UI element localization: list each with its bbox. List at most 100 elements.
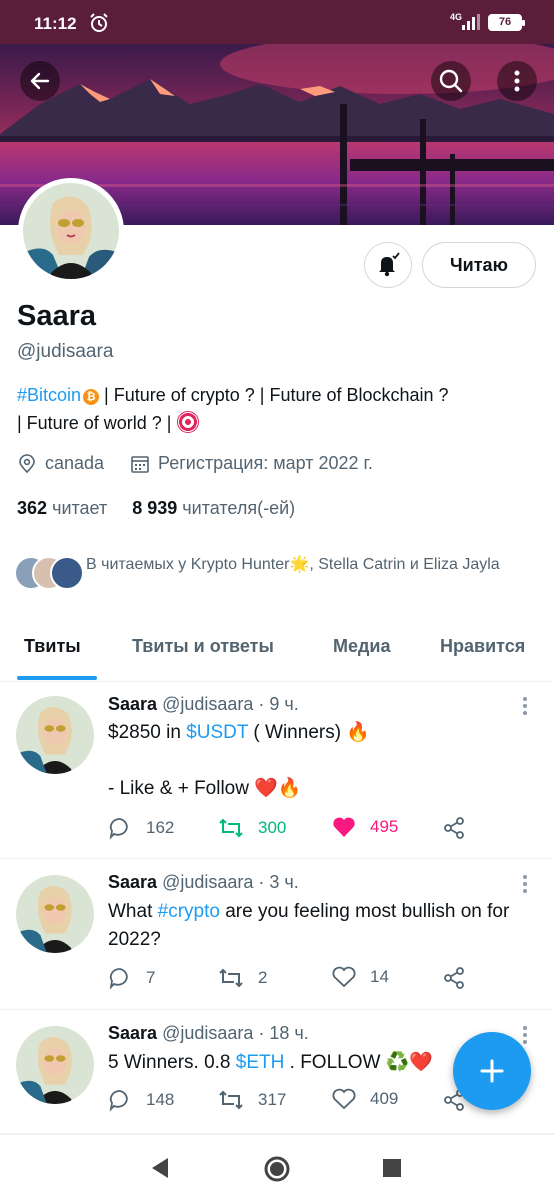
tweet-header: Saara @judisaara · 18 ч. bbox=[108, 1023, 309, 1044]
avatar[interactable] bbox=[16, 875, 94, 953]
retweet-icon bbox=[219, 1090, 243, 1110]
notifications-button[interactable] bbox=[364, 242, 412, 288]
tweet[interactable]: Saara @judisaara · 3 ч. What #crypto are… bbox=[0, 859, 554, 1010]
profile-avatar[interactable] bbox=[18, 178, 124, 284]
more-vertical-icon[interactable] bbox=[518, 696, 532, 716]
bio-line1: | Future of crypto ? | Future of Blockch… bbox=[99, 385, 449, 405]
followers-label: читателя(-ей) bbox=[182, 498, 296, 518]
active-tab-indicator bbox=[17, 676, 97, 680]
retweet-count: 300 bbox=[258, 818, 287, 837]
cashtag-link[interactable]: $USDT bbox=[186, 722, 248, 743]
tweet-meta: @judisaara · 3 ч. bbox=[162, 872, 299, 892]
reply-count: 162 bbox=[146, 818, 175, 837]
tweet[interactable]: Saara @judisaara · 9 ч. $2850 in $USDT (… bbox=[0, 682, 554, 859]
system-nav-bar bbox=[0, 1134, 554, 1200]
reply-icon bbox=[109, 1090, 128, 1112]
reply-button[interactable]: 148 bbox=[108, 1088, 174, 1112]
followed-by-text: В читаемых у Krypto Hunter🌟, Stella Catr… bbox=[86, 556, 500, 573]
bio-hashtag-link[interactable]: #Bitcoin bbox=[17, 385, 81, 405]
reply-icon bbox=[109, 818, 128, 840]
nav-recents-icon[interactable] bbox=[383, 1159, 401, 1177]
following-stat[interactable]: 362 читает bbox=[17, 498, 107, 518]
hashtag-link[interactable]: #crypto bbox=[158, 901, 220, 922]
avatar bbox=[50, 556, 84, 590]
avatar[interactable] bbox=[16, 1026, 94, 1104]
profile-bio: #Bitcoin ₿ | Future of crypto ? | Future … bbox=[17, 381, 542, 437]
like-count: 495 bbox=[370, 817, 399, 836]
search-icon bbox=[439, 69, 463, 93]
reply-button[interactable]: 7 bbox=[108, 966, 155, 990]
tweet-meta: @judisaara · 9 ч. bbox=[162, 694, 299, 714]
followed-by-avatars bbox=[14, 556, 84, 590]
more-vertical-icon[interactable] bbox=[518, 874, 532, 894]
reply-icon bbox=[109, 968, 128, 990]
clock-time: 11:12 bbox=[34, 14, 77, 33]
target-icon bbox=[177, 411, 200, 433]
avatar-image bbox=[16, 1026, 94, 1104]
tab-tweets-replies[interactable]: Твиты и ответы bbox=[132, 636, 274, 657]
heart-filled-icon bbox=[333, 817, 355, 837]
arrow-left-icon bbox=[30, 72, 50, 90]
more-options-button[interactable] bbox=[497, 61, 537, 101]
retweet-button[interactable]: 300 bbox=[218, 816, 286, 840]
join-date: Регистрация: март 2022 г. bbox=[130, 453, 373, 474]
retweet-button[interactable]: 317 bbox=[218, 1088, 286, 1112]
retweet-icon bbox=[219, 968, 243, 988]
followers-stat[interactable]: 8 939 читателя(-ей) bbox=[132, 498, 295, 518]
avatar-image bbox=[16, 696, 94, 774]
location-text: canada bbox=[45, 453, 105, 473]
tab-tweets[interactable]: Твиты bbox=[24, 636, 81, 657]
tweet-text-part: $2850 in bbox=[108, 722, 187, 743]
tweet-text-part: . FOLLOW ♻️❤️ bbox=[284, 1052, 434, 1073]
follow-counts: 362 читает 8 939 читателя(-ей) bbox=[17, 498, 295, 519]
compose-tweet-button[interactable] bbox=[453, 1032, 531, 1110]
tweet-text-part: What bbox=[108, 901, 158, 922]
bell-check-icon bbox=[379, 252, 400, 277]
following-button[interactable]: Читаю bbox=[422, 242, 536, 288]
retweet-icon bbox=[219, 818, 243, 838]
nav-back-icon[interactable] bbox=[150, 1157, 170, 1179]
profile-name: Saara bbox=[17, 300, 97, 332]
network-type: 4G bbox=[450, 12, 463, 22]
battery-icon: 76 bbox=[488, 14, 525, 31]
tweet-text-part: - Like & + Follow ❤️🔥 bbox=[108, 778, 302, 799]
following-count: 362 bbox=[17, 498, 48, 518]
avatar-image bbox=[16, 875, 94, 953]
like-button[interactable]: 409 bbox=[332, 1088, 398, 1110]
tab-media[interactable]: Медиа bbox=[333, 636, 391, 657]
tweet-header: Saara @judisaara · 3 ч. bbox=[108, 872, 299, 893]
nav-home-icon[interactable] bbox=[263, 1155, 291, 1183]
search-button[interactable] bbox=[431, 61, 471, 101]
tweet-text: What #crypto are you feeling most bullis… bbox=[108, 898, 528, 954]
retweet-button[interactable]: 2 bbox=[218, 966, 267, 990]
location: canada bbox=[17, 453, 104, 474]
like-count: 409 bbox=[370, 1089, 399, 1108]
calendar-icon bbox=[131, 455, 149, 473]
like-count: 14 bbox=[370, 967, 389, 986]
followers-count: 8 939 bbox=[132, 498, 178, 518]
profile-handle: @judisaara bbox=[17, 341, 114, 362]
following-label: читает bbox=[52, 498, 108, 518]
share-button[interactable] bbox=[442, 966, 480, 990]
tweet-author[interactable]: Saara bbox=[108, 872, 157, 892]
tweet-author[interactable]: Saara bbox=[108, 1023, 157, 1043]
heart-icon bbox=[332, 966, 356, 988]
reply-count: 7 bbox=[146, 968, 156, 987]
reply-button[interactable]: 162 bbox=[108, 816, 174, 840]
tab-likes[interactable]: Нравится bbox=[440, 636, 525, 657]
avatar[interactable] bbox=[16, 696, 94, 774]
tweet-actions: 7 2 14 bbox=[108, 966, 528, 996]
tweet-author[interactable]: Saara bbox=[108, 694, 157, 714]
more-vertical-icon[interactable] bbox=[518, 1025, 532, 1045]
back-button[interactable] bbox=[20, 61, 60, 101]
like-button[interactable]: 495 bbox=[332, 816, 398, 838]
bio-line2: | Future of world ? | bbox=[17, 413, 172, 433]
cashtag-link[interactable]: $ETH bbox=[236, 1052, 285, 1073]
tweet-text-part: 5 Winners. 0.8 bbox=[108, 1052, 236, 1073]
bitcoin-icon: ₿ bbox=[83, 389, 100, 405]
tweet-text-part: ( Winners) 🔥 bbox=[248, 722, 370, 743]
plus-icon bbox=[480, 1059, 504, 1083]
share-button[interactable] bbox=[442, 816, 480, 840]
like-button[interactable]: 14 bbox=[332, 966, 389, 988]
status-bar: 11:12 4G 76 bbox=[0, 0, 554, 44]
